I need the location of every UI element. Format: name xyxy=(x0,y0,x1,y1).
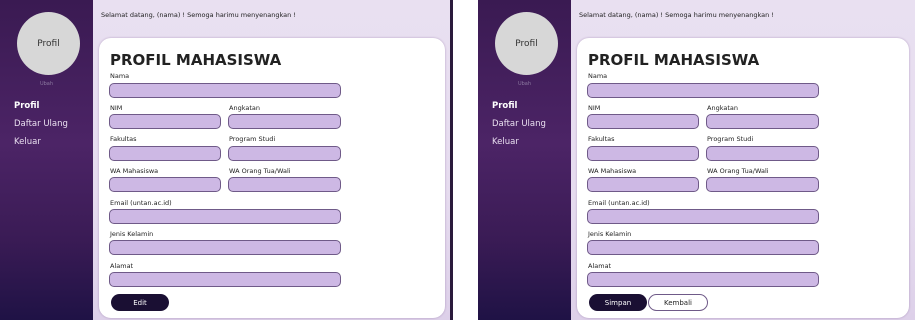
gender-field[interactable] xyxy=(109,240,341,255)
nama-label: Nama xyxy=(588,72,608,80)
nama-label: Nama xyxy=(110,72,130,80)
profile-card: PROFIL MAHASISWA Nama NIM Angkatan Fakul… xyxy=(99,38,445,318)
wa-ortu-label: WA Orang Tua/Wali xyxy=(707,167,769,175)
angkatan-field[interactable] xyxy=(706,114,819,129)
avatar-label: Profil xyxy=(515,38,538,49)
sidebar-item-profil[interactable]: Profil xyxy=(492,100,546,118)
wa-ortu-label: WA Orang Tua/Wali xyxy=(229,167,291,175)
sidebar-item-daftar-ulang[interactable]: Daftar Ulang xyxy=(14,118,68,136)
nim-field[interactable] xyxy=(587,114,699,129)
main-area: Selamat datang, (nama) ! Semoga harimu m… xyxy=(93,0,450,320)
edit-button[interactable]: Edit xyxy=(111,294,169,311)
alamat-field[interactable] xyxy=(587,272,819,287)
save-button[interactable]: Simpan xyxy=(589,294,647,311)
fakultas-field[interactable] xyxy=(587,146,699,161)
profile-card: PROFIL MAHASISWA Nama NIM Angkatan Fakul… xyxy=(577,38,909,318)
prodi-field[interactable] xyxy=(706,146,819,161)
sidebar-item-profil[interactable]: Profil xyxy=(14,100,68,118)
fakultas-label: Fakultas xyxy=(588,135,615,143)
email-label: Email (untan.ac.id) xyxy=(110,199,172,207)
sidebar: Profil Ubah Profil Daftar Ulang Keluar xyxy=(478,0,571,320)
welcome-message: Selamat datang, (nama) ! Semoga harimu m… xyxy=(101,11,296,19)
wa-mahasiswa-label: WA Mahasiswa xyxy=(110,167,159,175)
angkatan-field[interactable] xyxy=(228,114,341,129)
wa-mahasiswa-field[interactable] xyxy=(109,177,221,192)
avatar-change-link[interactable]: Ubah xyxy=(478,81,571,87)
page-title: PROFIL MAHASISWA xyxy=(110,51,282,69)
angkatan-label: Angkatan xyxy=(707,104,738,112)
alamat-label: Alamat xyxy=(110,262,134,270)
prodi-field[interactable] xyxy=(228,146,341,161)
profile-view-screen: Profil Ubah Profil Daftar Ulang Keluar S… xyxy=(0,0,450,320)
nim-field[interactable] xyxy=(109,114,221,129)
prodi-label: Program Studi xyxy=(707,135,754,143)
fakultas-field[interactable] xyxy=(109,146,221,161)
wa-mahasiswa-field[interactable] xyxy=(587,177,699,192)
welcome-message: Selamat datang, (nama) ! Semoga harimu m… xyxy=(579,11,774,19)
page-title: PROFIL MAHASISWA xyxy=(588,51,760,69)
nim-label: NIM xyxy=(588,104,601,112)
wa-ortu-field[interactable] xyxy=(228,177,341,192)
sidebar-menu: Profil Daftar Ulang Keluar xyxy=(492,100,546,154)
alamat-field[interactable] xyxy=(109,272,341,287)
avatar[interactable]: Profil xyxy=(495,12,558,75)
gender-label: Jenis Kelamin xyxy=(110,230,154,238)
sidebar-item-keluar[interactable]: Keluar xyxy=(14,136,68,154)
sidebar-menu: Profil Daftar Ulang Keluar xyxy=(14,100,68,154)
gender-label: Jenis Kelamin xyxy=(588,230,632,238)
nim-label: NIM xyxy=(110,104,123,112)
sidebar-item-keluar[interactable]: Keluar xyxy=(492,136,546,154)
back-button[interactable]: Kembali xyxy=(648,294,708,311)
profile-edit-screen: Profil Ubah Profil Daftar Ulang Keluar S… xyxy=(478,0,915,320)
email-field[interactable] xyxy=(109,209,341,224)
fakultas-label: Fakultas xyxy=(110,135,137,143)
sidebar: Profil Ubah Profil Daftar Ulang Keluar xyxy=(0,0,93,320)
avatar[interactable]: Profil xyxy=(17,12,80,75)
nama-field[interactable] xyxy=(587,83,819,98)
gender-field[interactable] xyxy=(587,240,819,255)
email-field[interactable] xyxy=(587,209,819,224)
screen-divider xyxy=(450,0,453,320)
main-area: Selamat datang, (nama) ! Semoga harimu m… xyxy=(571,0,915,320)
nama-field[interactable] xyxy=(109,83,341,98)
alamat-label: Alamat xyxy=(588,262,612,270)
avatar-change-link[interactable]: Ubah xyxy=(0,81,93,87)
wa-mahasiswa-label: WA Mahasiswa xyxy=(588,167,637,175)
avatar-label: Profil xyxy=(37,38,60,49)
wa-ortu-field[interactable] xyxy=(706,177,819,192)
prodi-label: Program Studi xyxy=(229,135,276,143)
angkatan-label: Angkatan xyxy=(229,104,260,112)
email-label: Email (untan.ac.id) xyxy=(588,199,650,207)
sidebar-item-daftar-ulang[interactable]: Daftar Ulang xyxy=(492,118,546,136)
